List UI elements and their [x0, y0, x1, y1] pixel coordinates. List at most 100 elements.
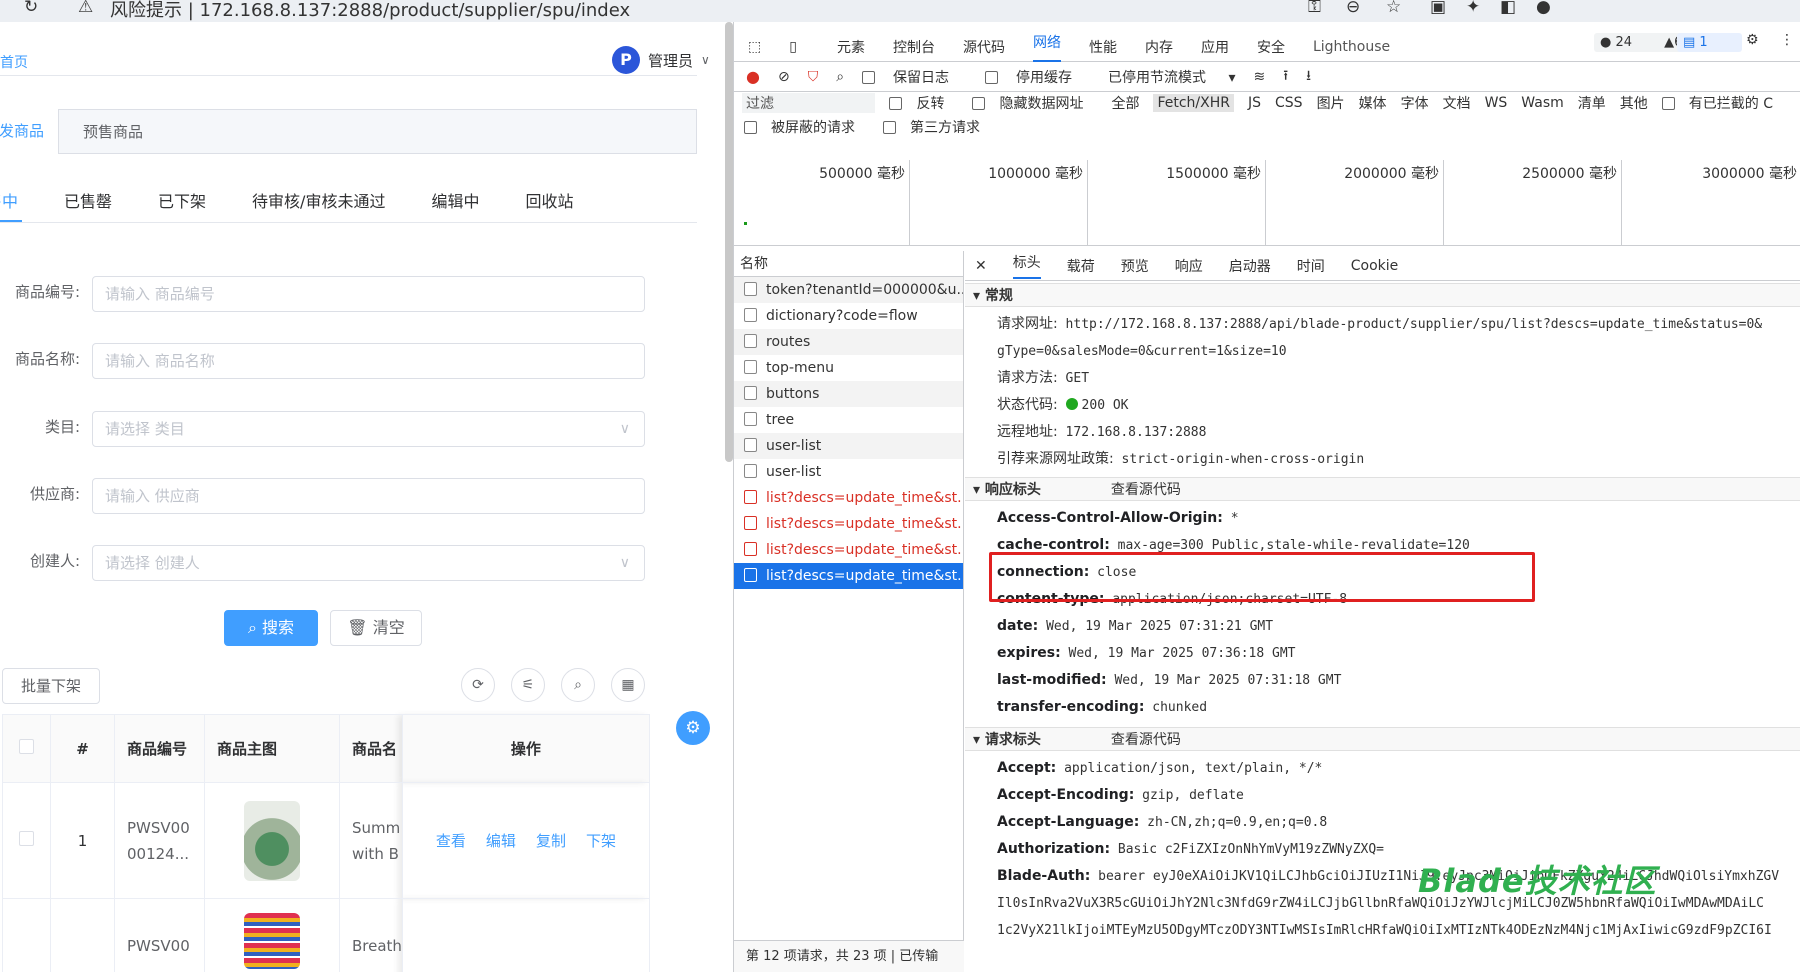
- tab-on-sale[interactable]: 售中: [0, 188, 18, 212]
- filter-other[interactable]: 其他: [1620, 93, 1648, 113]
- star-icon[interactable]: ☆: [1386, 0, 1401, 17]
- tab-lighthouse[interactable]: Lighthouse: [1313, 39, 1390, 55]
- row-checkbox[interactable]: [19, 831, 34, 846]
- tab-preview[interactable]: 预览: [1121, 256, 1149, 276]
- request-row[interactable]: list?descs=update_time&st...: [734, 563, 963, 589]
- import-icon[interactable]: ⭱: [1283, 65, 1288, 89]
- filter-manifest[interactable]: 清单: [1578, 93, 1606, 113]
- edit-link[interactable]: 编辑: [486, 832, 516, 850]
- third-party-checkbox[interactable]: 第三方请求: [883, 117, 994, 137]
- view-source-link[interactable]: 查看源代码: [1111, 732, 1181, 748]
- clear-icon[interactable]: ⊘: [778, 69, 790, 85]
- device-toggle-icon[interactable]: ▯: [789, 39, 797, 55]
- response-headers-header[interactable]: ▾ 响应标头 查看源代码: [965, 477, 1800, 501]
- filter-font[interactable]: 字体: [1401, 93, 1429, 113]
- request-row[interactable]: routes: [734, 329, 963, 355]
- gear-icon[interactable]: ⚙: [1746, 32, 1759, 48]
- extensions-icon[interactable]: ✦: [1466, 0, 1480, 17]
- request-row[interactable]: list?descs=update_time&st...: [734, 511, 963, 537]
- tab-timing[interactable]: 时间: [1297, 256, 1325, 276]
- tab-headers[interactable]: 标头: [1012, 252, 1041, 279]
- copy-link[interactable]: 复制: [536, 832, 566, 850]
- tab-security[interactable]: 安全: [1257, 37, 1285, 57]
- request-row[interactable]: user-list: [734, 433, 963, 459]
- invert-checkbox[interactable]: 反转: [889, 93, 958, 113]
- user-menu[interactable]: P 管理员 ∨: [612, 46, 710, 74]
- record-icon[interactable]: ●: [746, 67, 760, 86]
- filter-js[interactable]: JS: [1248, 95, 1261, 111]
- hide-data-urls-checkbox[interactable]: 隐藏数据网址: [972, 93, 1097, 113]
- search-button[interactable]: ⌕ 搜索: [224, 610, 318, 646]
- clear-button[interactable]: 🗑 清空: [330, 610, 422, 646]
- view-source-link[interactable]: 查看源代码: [1111, 482, 1181, 498]
- breadcrumb-home[interactable]: 首页: [0, 52, 28, 72]
- general-section-header[interactable]: ▾ 常规: [965, 283, 1800, 307]
- tab-editing[interactable]: 编辑中: [431, 188, 479, 212]
- filter-input[interactable]: 过滤: [742, 93, 876, 113]
- filter-doc[interactable]: 文档: [1443, 93, 1471, 113]
- sidepanel-icon[interactable]: ◧: [1500, 0, 1516, 17]
- tab-network[interactable]: 网络: [1032, 32, 1061, 62]
- tab-payload[interactable]: 载荷: [1067, 256, 1095, 276]
- message-badge[interactable]: ▤ 1: [1677, 33, 1742, 52]
- reload-icon[interactable]: ↻: [24, 0, 38, 17]
- network-conditions-icon[interactable]: ≋: [1254, 69, 1266, 85]
- inspect-icon[interactable]: ⬚: [748, 39, 761, 55]
- filter-media[interactable]: 媒体: [1359, 93, 1387, 113]
- tab-console[interactable]: 控制台: [893, 37, 935, 57]
- tab-response[interactable]: 响应: [1175, 256, 1203, 276]
- filter-all[interactable]: 全部: [1111, 93, 1139, 113]
- tab-sold-out[interactable]: 已售罄: [64, 188, 112, 212]
- tab-application[interactable]: 应用: [1201, 37, 1229, 57]
- blocked-requests-checkbox[interactable]: 被屏蔽的请求: [744, 117, 869, 137]
- tab-pending-review[interactable]: 待审核/审核未通过: [252, 188, 385, 212]
- filter-settings-icon[interactable]: ⚟: [511, 668, 545, 702]
- tab-recycle-bin[interactable]: 回收站: [525, 188, 573, 212]
- columns-icon[interactable]: ▦: [611, 668, 645, 702]
- filter-ws[interactable]: WS: [1485, 95, 1508, 111]
- supplier-input[interactable]: 请输入 供应商: [92, 478, 645, 514]
- category-select[interactable]: 请选择 类目 ∨: [92, 411, 645, 447]
- throttling-select[interactable]: 已停用节流模式 ▾: [1108, 67, 1235, 87]
- request-row[interactable]: token?tenantId=000000&u...: [734, 277, 963, 303]
- network-timeline[interactable]: 500000 毫秒 1000000 毫秒 1500000 毫秒 2000000 …: [734, 160, 1800, 246]
- request-row[interactable]: tree: [734, 407, 963, 433]
- product-code-input[interactable]: 请输入 商品编号: [92, 276, 645, 312]
- product-image[interactable]: [244, 800, 300, 881]
- batch-offshelf-button[interactable]: 批量下架: [2, 668, 100, 704]
- filter-wasm[interactable]: Wasm: [1521, 95, 1563, 111]
- request-row[interactable]: top-menu: [734, 355, 963, 381]
- tab-initiator[interactable]: 启动器: [1229, 256, 1271, 276]
- excel-icon[interactable]: ▣: [1430, 0, 1446, 17]
- tab-memory[interactable]: 内存: [1145, 37, 1173, 57]
- blocked-cookies-checkbox[interactable]: 有已拦截的 C: [1661, 93, 1787, 113]
- col-name-header[interactable]: 名称: [734, 251, 963, 277]
- tab-cookies[interactable]: Cookie: [1351, 258, 1399, 274]
- tab-sources[interactable]: 源代码: [963, 37, 1005, 57]
- product-image[interactable]: [244, 913, 300, 969]
- search-toggle-icon[interactable]: ⌕: [561, 668, 595, 702]
- zoom-icon[interactable]: ⊖: [1346, 0, 1360, 17]
- creator-select[interactable]: 请选择 创建人 ∨: [92, 545, 645, 581]
- filter-img[interactable]: 图片: [1317, 93, 1345, 113]
- filter-css[interactable]: CSS: [1275, 95, 1303, 111]
- preserve-log-checkbox[interactable]: 保留日志: [862, 67, 967, 87]
- view-link[interactable]: 查看: [436, 832, 466, 850]
- filter-icon[interactable]: ⛉: [808, 69, 819, 85]
- select-all-checkbox[interactable]: [19, 739, 34, 754]
- request-row[interactable]: buttons: [734, 381, 963, 407]
- request-row[interactable]: list?descs=update_time&st...: [734, 485, 963, 511]
- tab-presale[interactable]: 预售商品: [83, 110, 143, 154]
- request-row[interactable]: list?descs=update_time&st...: [734, 537, 963, 563]
- refresh-icon[interactable]: ⟳: [461, 668, 495, 702]
- offshelf-link[interactable]: 下架: [586, 832, 616, 850]
- avatar[interactable]: ●: [1536, 0, 1551, 17]
- more-icon[interactable]: ⋮: [1780, 32, 1794, 48]
- page-scrollbar[interactable]: [725, 22, 733, 462]
- request-headers-header[interactable]: ▾ 请求标头 查看源代码: [965, 727, 1800, 751]
- filter-fetch-xhr[interactable]: Fetch/XHR: [1153, 94, 1234, 112]
- request-row[interactable]: dictionary?code=flow: [734, 303, 963, 329]
- address-text[interactable]: 风险提示 | 172.168.8.137:2888/product/suppli…: [110, 0, 630, 22]
- export-icon[interactable]: ⭳: [1306, 65, 1311, 89]
- tab-off-shelf[interactable]: 已下架: [158, 188, 206, 212]
